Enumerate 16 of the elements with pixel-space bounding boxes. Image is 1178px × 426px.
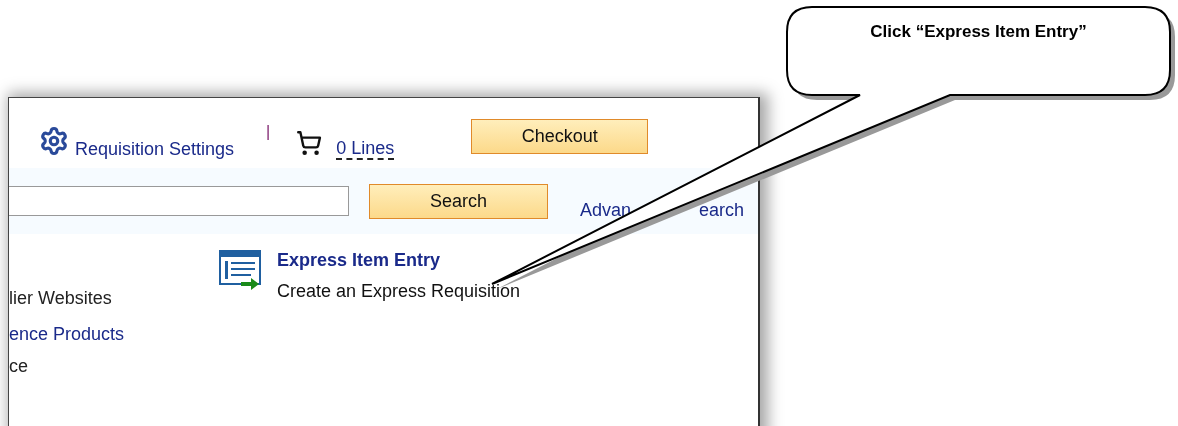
search-button[interactable]: Search: [369, 183, 548, 219]
products-link[interactable]: ence Products: [9, 316, 219, 352]
express-item-description: Create an Express Requisition: [277, 281, 521, 302]
express-entry-icon: [219, 250, 263, 290]
advanced-search-link[interactable]: Advan earch: [580, 199, 745, 221]
separator: |: [266, 123, 271, 141]
callout-text: Click “Express Item Entry”: [869, 22, 1088, 42]
menu-text: ce: [9, 355, 29, 378]
requisition-settings-link[interactable]: Requisition Settings: [75, 139, 235, 160]
menu-text: lier Websites: [9, 287, 113, 310]
cart-lines-link[interactable]: 0 Lines: [336, 138, 395, 160]
express-item-entry-link[interactable]: Express Item Entry: [277, 250, 521, 271]
cart-icon: [296, 130, 323, 156]
checkout-button[interactable]: Checkout: [471, 119, 649, 154]
settings-icon: [39, 126, 69, 156]
search-field[interactable]: [9, 186, 349, 216]
